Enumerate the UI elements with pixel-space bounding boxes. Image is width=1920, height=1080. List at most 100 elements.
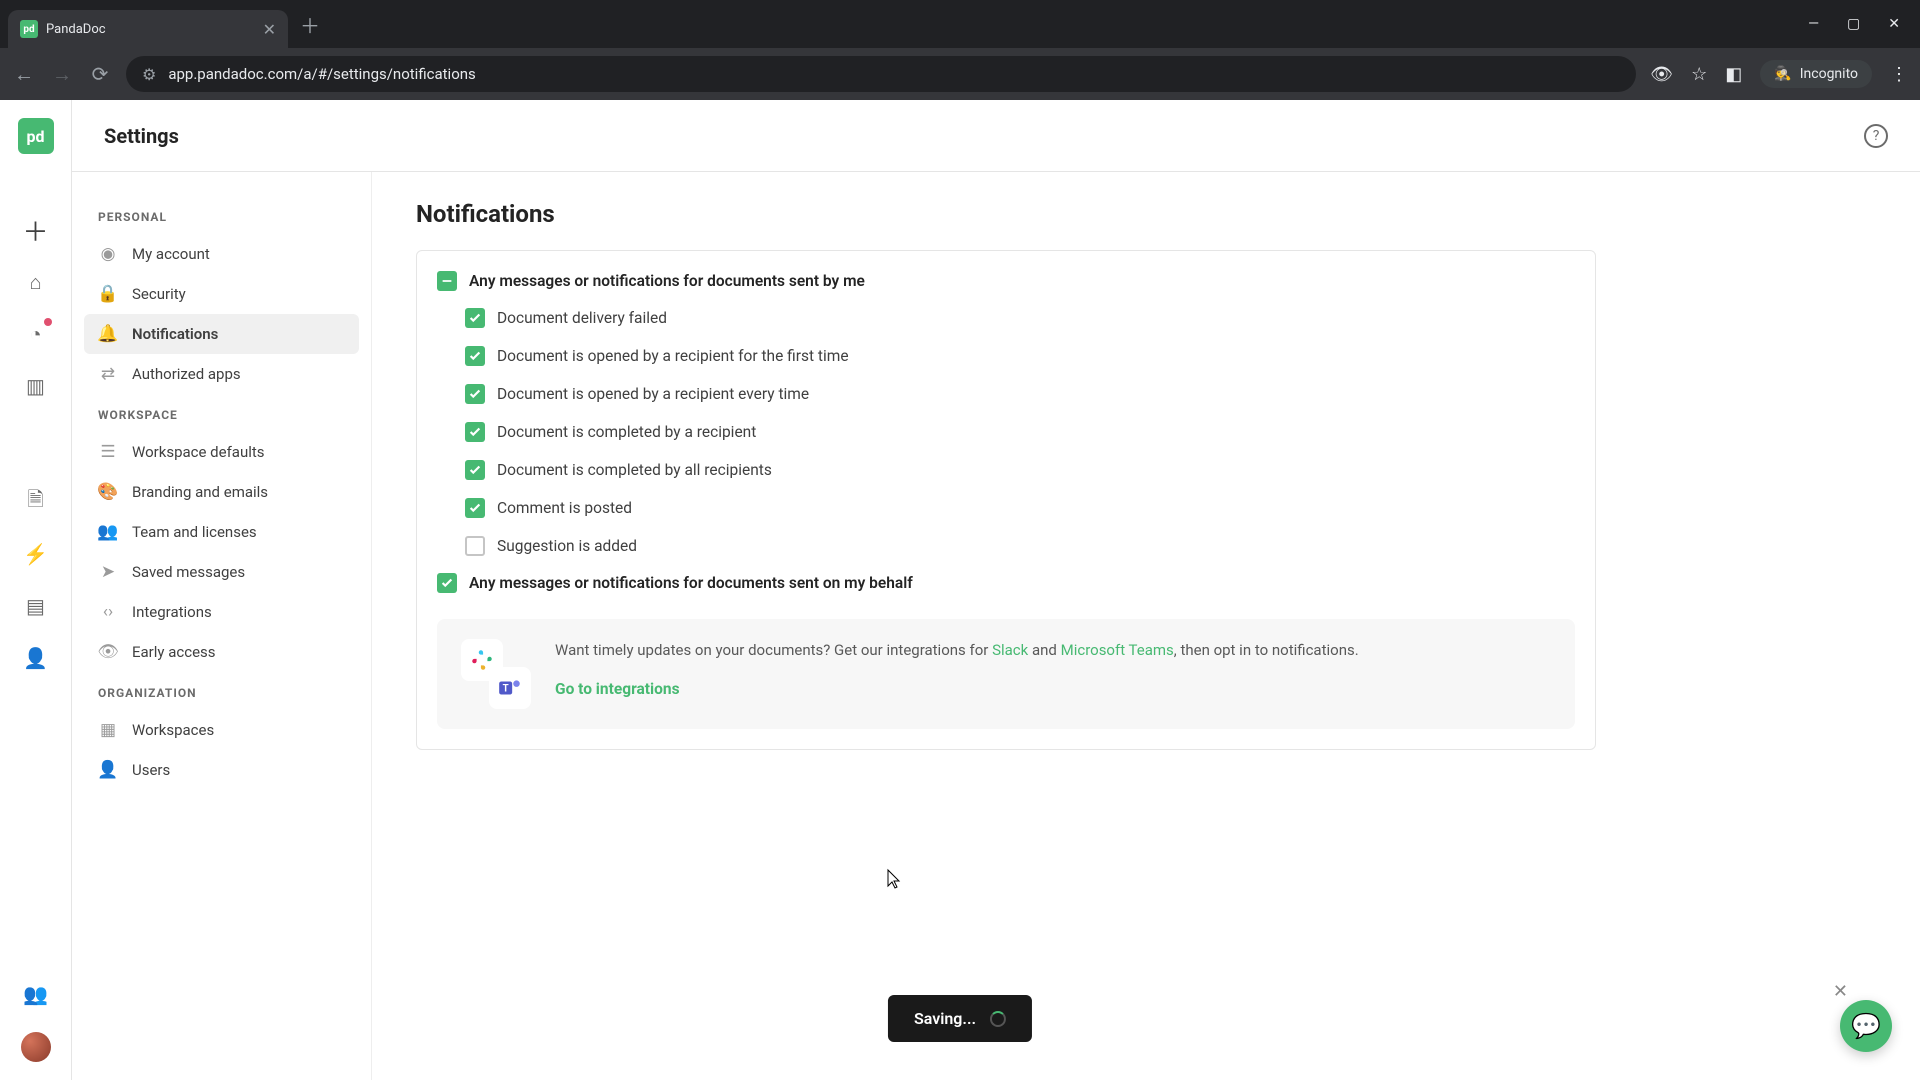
library-icon[interactable]: ▤	[22, 592, 50, 620]
promo-text: Want timely updates on your documents? G…	[555, 639, 1359, 662]
pandadoc-favicon-icon: pd	[20, 20, 38, 38]
sidebar-item-label: Branding and emails	[132, 483, 268, 501]
user-icon: 👤	[98, 760, 118, 780]
help-icon[interactable]: ?	[1864, 124, 1888, 148]
sidebar-item-label: Notifications	[132, 325, 218, 343]
notif-item-delivery-failed[interactable]: Document delivery failed	[437, 299, 1575, 337]
app-area: pd ＋ ⌂ ◔ ▥ 🗎 ⚡ ▤ 👤 👥 Settings ? PERSONAL…	[0, 100, 1920, 1080]
notif-item-label: Document is opened by a recipient for th…	[497, 347, 849, 365]
app-icon-rail: pd ＋ ⌂ ◔ ▥ 🗎 ⚡ ▤ 👤 👥	[0, 100, 72, 1080]
sidebar-item-workspaces[interactable]: ▦ Workspaces	[84, 710, 359, 750]
sidebar-item-workspace-defaults[interactable]: ☰ Workspace defaults	[84, 432, 359, 472]
bell-icon: 🔔	[98, 324, 118, 344]
sidebar-item-integrations[interactable]: ‹› Integrations	[84, 592, 359, 632]
url-text: app.pandadoc.com/a/#/settings/notificati…	[168, 65, 475, 83]
site-settings-icon[interactable]: ⚙	[142, 65, 156, 84]
panel-title: Notifications	[416, 200, 1876, 228]
main-content: Settings ? PERSONAL ◉ My account 🔒 Secur…	[72, 100, 1920, 1080]
promo-text-part: Want timely updates on your documents? G…	[555, 641, 992, 659]
tab-title: PandaDoc	[46, 22, 255, 37]
back-button[interactable]: ←	[12, 62, 36, 87]
documents-icon[interactable]: 🗎	[22, 488, 50, 516]
reload-button[interactable]: ⟳	[88, 62, 112, 86]
chat-close-icon[interactable]: ✕	[1833, 981, 1848, 1002]
chat-bubble-button[interactable]: 💬	[1840, 1000, 1892, 1052]
side-panel-icon[interactable]: ◧	[1725, 64, 1742, 85]
pandadoc-logo-icon[interactable]: pd	[18, 118, 54, 154]
bookmark-icon[interactable]: ☆	[1691, 64, 1707, 85]
browser-toolbar: ← → ⟳ ⚙ app.pandadoc.com/a/#/settings/no…	[0, 48, 1920, 100]
create-new-button[interactable]: ＋	[22, 216, 50, 244]
notif-item-suggestion-added[interactable]: Suggestion is added	[437, 527, 1575, 565]
notif-item-opened-every[interactable]: Document is opened by a recipient every …	[437, 375, 1575, 413]
user-avatar[interactable]	[21, 1032, 51, 1062]
sidebar-item-authorized-apps[interactable]: ⇄ Authorized apps	[84, 354, 359, 394]
saving-toast: Saving...	[888, 995, 1032, 1042]
sidebar-item-security[interactable]: 🔒 Security	[84, 274, 359, 314]
checkbox[interactable]	[465, 536, 485, 556]
checkbox[interactable]	[465, 308, 485, 328]
slack-link[interactable]: Slack	[992, 641, 1028, 659]
incognito-label: Incognito	[1800, 66, 1858, 82]
page-title: Settings	[104, 124, 179, 148]
sidebar-item-label: Integrations	[132, 603, 212, 621]
activity-icon[interactable]: ◔	[22, 320, 50, 348]
checkbox[interactable]	[465, 346, 485, 366]
sidebar-item-saved-messages[interactable]: ➤ Saved messages	[84, 552, 359, 592]
checkbox[interactable]	[465, 460, 485, 480]
team-icon[interactable]: 👥	[22, 980, 50, 1008]
templates-icon[interactable]: ⚡	[22, 540, 50, 568]
browser-tab-strip: pd PandaDoc ✕ ＋ — ▢ ✕	[0, 0, 1920, 48]
checkbox[interactable]	[465, 384, 485, 404]
sidebar-item-my-account[interactable]: ◉ My account	[84, 234, 359, 274]
go-to-integrations-button[interactable]: Go to integrations	[555, 680, 680, 698]
notif-group-sent-by-me[interactable]: Any messages or notifications for docume…	[437, 263, 1575, 299]
sidebar-item-label: Users	[132, 761, 170, 779]
contacts-icon[interactable]: 👤	[22, 644, 50, 672]
browser-tab[interactable]: pd PandaDoc ✕	[8, 10, 288, 48]
window-controls: — ▢ ✕	[1808, 16, 1912, 32]
sidebar-item-users[interactable]: 👤 Users	[84, 750, 359, 790]
sidebar-item-label: My account	[132, 245, 210, 263]
checkbox[interactable]	[437, 573, 457, 593]
send-icon: ➤	[98, 562, 118, 582]
teams-link[interactable]: Microsoft Teams	[1061, 641, 1174, 659]
sidebar-item-early-access[interactable]: 👁 Early access	[84, 632, 359, 672]
notif-group-label: Any messages or notifications for docume…	[469, 272, 865, 290]
close-tab-icon[interactable]: ✕	[263, 20, 276, 39]
new-tab-button[interactable]: ＋	[300, 10, 320, 39]
menu-icon[interactable]: ⋮	[1890, 64, 1908, 85]
sidebar-item-label: Saved messages	[132, 563, 245, 581]
checkbox[interactable]	[465, 498, 485, 518]
sidebar-item-team[interactable]: 👥 Team and licenses	[84, 512, 359, 552]
maximize-icon[interactable]: ▢	[1847, 16, 1860, 32]
address-bar[interactable]: ⚙ app.pandadoc.com/a/#/settings/notifica…	[126, 56, 1636, 92]
notif-item-comment-posted[interactable]: Comment is posted	[437, 489, 1575, 527]
sidebar-item-notifications[interactable]: 🔔 Notifications	[84, 314, 359, 354]
notif-item-label: Suggestion is added	[497, 537, 637, 555]
teams-icon: T	[489, 667, 531, 709]
forward-button[interactable]: →	[50, 62, 74, 87]
swap-icon: ⇄	[98, 364, 118, 384]
close-window-icon[interactable]: ✕	[1888, 16, 1900, 32]
checkbox-indeterminate[interactable]	[437, 271, 457, 291]
notif-item-label: Document is opened by a recipient every …	[497, 385, 809, 403]
notif-item-completed-all[interactable]: Document is completed by all recipients	[437, 451, 1575, 489]
notification-settings-card: Any messages or notifications for docume…	[416, 250, 1596, 750]
incognito-badge[interactable]: 🕵 Incognito	[1760, 60, 1872, 88]
code-icon: ‹›	[98, 602, 118, 622]
sliders-icon: ☰	[98, 442, 118, 462]
toast-text: Saving...	[914, 1009, 976, 1028]
section-workspace: WORKSPACE	[98, 408, 359, 422]
checkbox[interactable]	[465, 422, 485, 442]
home-icon[interactable]: ⌂	[22, 268, 50, 296]
reports-icon[interactable]: ▥	[22, 372, 50, 400]
minimize-icon[interactable]: —	[1808, 16, 1819, 32]
palette-icon: 🎨	[98, 482, 118, 502]
notif-group-on-my-behalf[interactable]: Any messages or notifications for docume…	[437, 565, 1575, 601]
notif-item-opened-first[interactable]: Document is opened by a recipient for th…	[437, 337, 1575, 375]
notif-item-completed-recipient[interactable]: Document is completed by a recipient	[437, 413, 1575, 451]
incognito-icon: 🕵	[1774, 66, 1791, 82]
sidebar-item-branding[interactable]: 🎨 Branding and emails	[84, 472, 359, 512]
tracking-icon[interactable]: 👁	[1650, 64, 1673, 85]
